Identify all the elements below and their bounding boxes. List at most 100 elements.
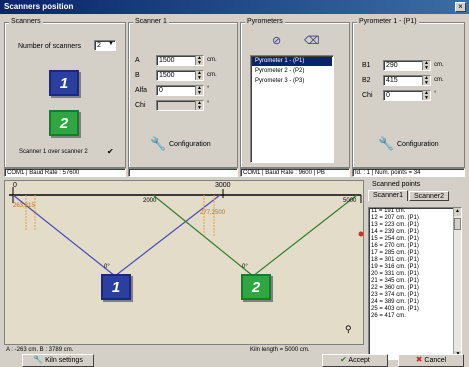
pyrometers-status: COM1 | Baud Rate : 9600 | PB [240, 168, 350, 177]
field-chi-input[interactable]: ▲ ▼ [156, 100, 204, 111]
spin-icon[interactable]: ▲ ▼ [422, 91, 430, 101]
kiln-diagram[interactable]: 0 2000 3000 5000 263,315 277,2500 0° 0° … [4, 180, 364, 345]
cancel-button[interactable]: ✖ Cancel [398, 354, 464, 367]
pyrometer1-config-button[interactable]: 🔧 Configuration [378, 136, 448, 154]
kiln-end-marker [358, 231, 364, 237]
scanner1-angle: 0° [104, 264, 110, 270]
list-item[interactable]: 15 = 254 cm. (P1) [369, 236, 461, 243]
scale-label-3000: 3000 [215, 182, 231, 189]
field-b2-unit: cm. [434, 77, 444, 83]
field-b2-input[interactable]: 415 ▲ ▼ [383, 75, 431, 86]
wrench-icon: 🔧 [378, 136, 395, 151]
field-b-unit: cm. [207, 72, 217, 78]
spin-icon[interactable]: ▲ ▼ [422, 61, 430, 71]
kiln-settings-button[interactable]: 🔧 Kiln settings [22, 354, 94, 367]
chevron-down-icon: ▼ [108, 41, 114, 47]
add-pyrometer-icon[interactable]: ⊘ [272, 34, 281, 47]
spin-icon[interactable]: ▲ ▼ [195, 101, 203, 111]
tab-scanner1[interactable]: Scanner1 [368, 190, 408, 201]
spin-icon[interactable]: ▲ ▼ [195, 71, 203, 81]
field-p-chi-unit: ° [434, 91, 437, 97]
kiln-scanner-2[interactable]: 2 [241, 274, 271, 300]
window-title: Scanners position [0, 0, 469, 14]
list-item[interactable]: Pyrometer 2 - (P2) [252, 67, 332, 76]
list-item[interactable]: 22 = 360 cm. (P1) [369, 285, 461, 292]
pyrometer1-status: Id. : 1 | Num. points = 34 [352, 168, 465, 177]
scrollbar[interactable]: ▲ ▼ [453, 208, 461, 359]
field-p-chi-label: Chi [362, 92, 373, 99]
field-b1-input[interactable]: 290 ▲ ▼ [383, 60, 431, 71]
scroll-up-icon[interactable]: ▲ [454, 208, 461, 216]
list-item[interactable]: Pyrometer 3 - (P3) [252, 77, 332, 86]
list-item[interactable]: 18 = 301 cm. (P1) [369, 257, 461, 264]
zoom-icon[interactable]: ⚲ [345, 324, 352, 335]
field-chi-unit: ° [207, 101, 210, 107]
scale-label-2000: 2000 [143, 198, 157, 204]
scanned-points-list[interactable]: 11 = 191 cm. 12 = 207 cm. (P1) 13 = 223 … [368, 207, 462, 360]
field-a-unit: cm. [207, 57, 217, 63]
list-item[interactable]: 17 = 285 cm. (P1) [369, 250, 461, 257]
scale-label-5000: 5000 [343, 198, 357, 204]
field-p-chi-input[interactable]: 0 ▲ ▼ [383, 90, 431, 101]
list-item[interactable]: 21 = 345 cm. (P1) [369, 278, 461, 285]
field-chi-label: Chi [135, 102, 146, 109]
field-b-label: B [135, 72, 140, 79]
field-b-input[interactable]: 1500 ▲ ▼ [156, 70, 204, 81]
scale-label-0: 0 [13, 182, 17, 189]
pyrometer1-group-label: Pyrometer 1 - (P1) [357, 18, 419, 25]
spin-icon[interactable]: ▲ ▼ [422, 76, 430, 86]
scanned-points-label: Scanned points [370, 181, 423, 188]
checkmark-icon: ✔ [340, 355, 347, 364]
list-item[interactable]: Pyrometer 1 - (P1) [252, 57, 332, 66]
wrench-icon: 🔧 [33, 355, 44, 364]
scanner-2-box[interactable]: 2 [49, 110, 79, 136]
kiln-diagram-svg [9, 187, 364, 277]
list-item[interactable]: 12 = 207 cm. (P1) [369, 215, 461, 222]
scanner-over-checkbox[interactable]: ✔ [107, 147, 114, 156]
close-icon: ✖ [415, 355, 423, 364]
pyrometers-group-label: Pyrometers [245, 18, 285, 25]
scanner1-group-label: Scanner 1 [133, 18, 169, 25]
field-alfa-label: Alfa [135, 87, 148, 94]
spin-icon[interactable]: ▲ ▼ [195, 86, 203, 96]
close-icon: × [458, 2, 463, 11]
wrench-icon: 🔧 [150, 136, 167, 151]
list-item[interactable]: 16 = 270 cm. (P1) [369, 243, 461, 250]
list-item[interactable]: 14 = 239 cm. (P1) [369, 229, 461, 236]
accept-button[interactable]: ✔ Accept [322, 354, 388, 367]
kiln-scanner-1[interactable]: 1 [101, 274, 131, 300]
field-b2-label: B2 [362, 77, 371, 84]
number-of-scanners-select[interactable]: 2 ▼ [94, 40, 116, 51]
remove-pyrometer-icon[interactable]: ⌫ [304, 34, 320, 47]
list-item[interactable]: 23 = 374 cm. (P1) [369, 292, 461, 299]
list-item[interactable]: 20 = 331 cm. (P1) [369, 271, 461, 278]
field-alfa-unit: ° [207, 86, 210, 92]
list-item[interactable]: 11 = 191 cm. [369, 208, 461, 215]
list-item[interactable]: 25 = 403 cm. (P1) [369, 306, 461, 313]
list-item[interactable]: 19 = 316 cm. (P1) [369, 264, 461, 271]
scanner-1-box[interactable]: 1 [49, 70, 79, 96]
spin-icon[interactable]: ▲ ▼ [195, 56, 203, 66]
field-a-input[interactable]: 1500 ▲ ▼ [156, 55, 204, 66]
list-item[interactable]: 13 = 223 cm. (P1) [369, 222, 461, 229]
list-item[interactable]: 26 = 417 cm. [369, 313, 461, 320]
scanner-over-label: Scanner 1 over scanner 2 [19, 149, 88, 155]
close-window-button[interactable]: × [455, 2, 466, 12]
scanner2-angle: 0° [242, 264, 248, 270]
scanners-status: COM1 | Baud Rate : 57600 [4, 168, 126, 177]
field-a-label: A [135, 57, 140, 64]
scanners-group-label: Scanners [9, 18, 43, 25]
scroll-thumb[interactable] [454, 218, 461, 230]
scanner1-config-button[interactable]: 🔧 Configuration [150, 136, 220, 154]
scanner1-status [128, 168, 238, 177]
field-b1-label: B1 [362, 62, 371, 69]
pyrometer-marker-right-label: 277,2500 [200, 210, 226, 216]
field-alfa-input[interactable]: 0 ▲ ▼ [156, 85, 204, 96]
number-of-scanners-label: Number of scanners [18, 43, 82, 50]
pyrometer-marker-left-label: 263,315 [13, 203, 35, 209]
scanner2-ray-right [252, 194, 358, 277]
field-b1-unit: cm. [434, 62, 444, 68]
pyrometer-list[interactable]: Pyrometer 1 - (P1) Pyrometer 2 - (P2) Py… [250, 55, 334, 163]
list-item[interactable]: 24 = 389 cm. (P1) [369, 299, 461, 306]
tab-scanner2[interactable]: Scanner2 [409, 191, 449, 201]
